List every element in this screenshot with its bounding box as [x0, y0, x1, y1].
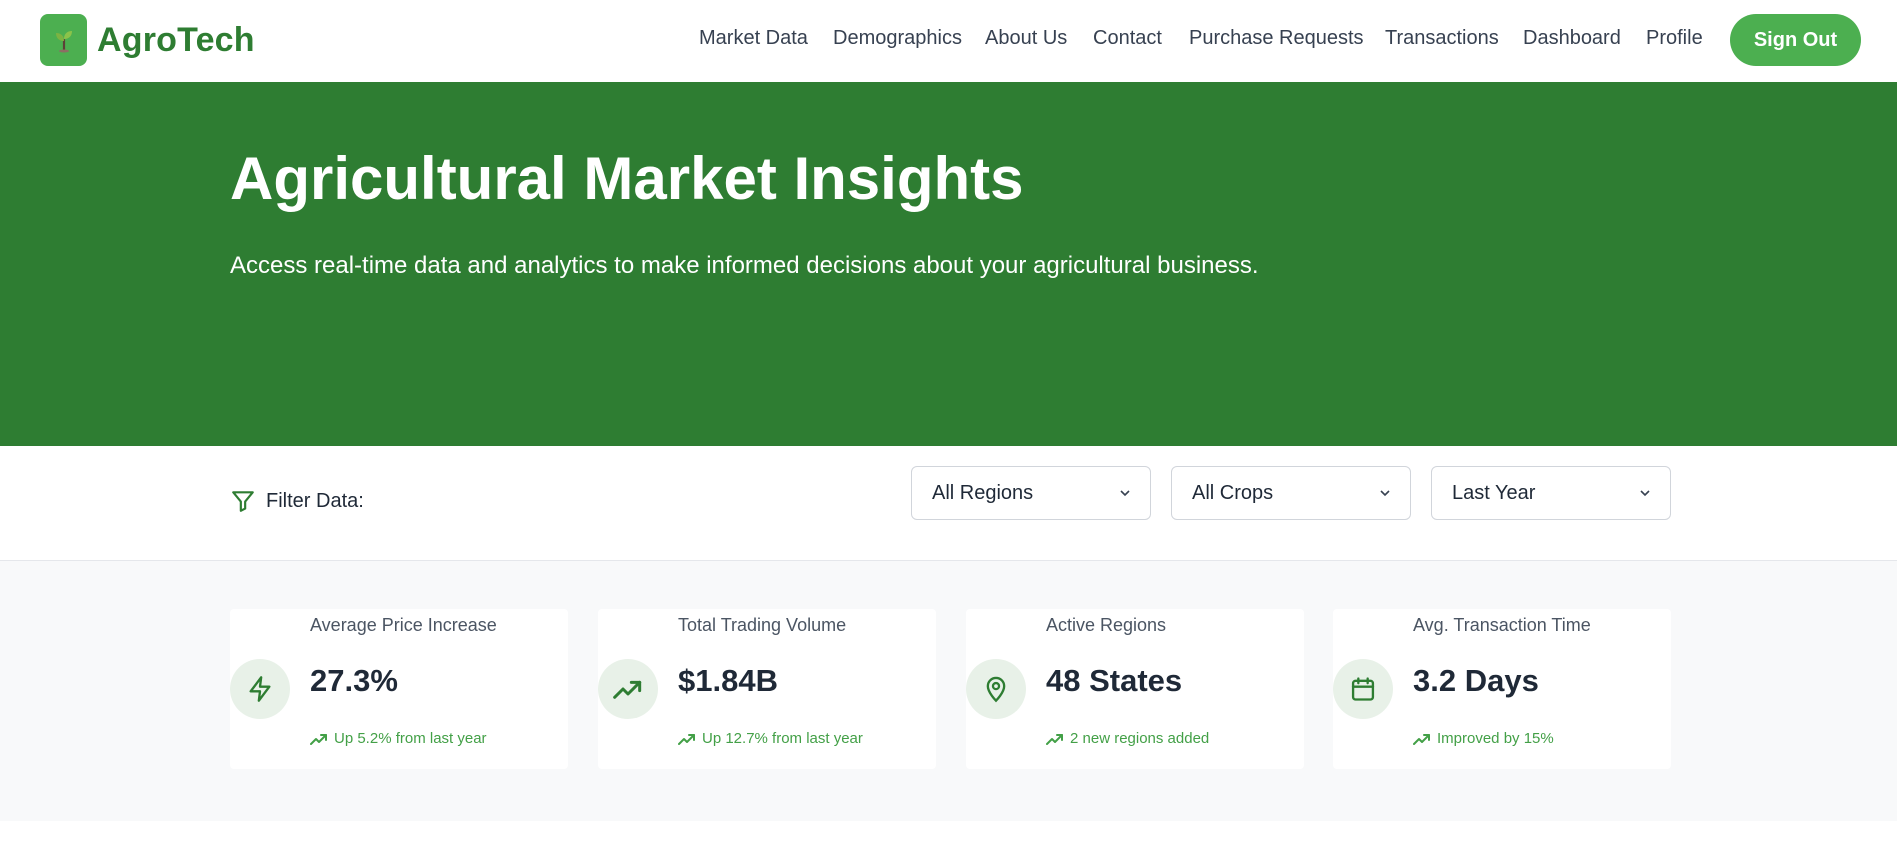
brand-logo[interactable]: AgroTech: [40, 14, 255, 66]
stat-trend-text: Up 5.2% from last year: [334, 730, 487, 747]
hero-banner: Agricultural Market Insights Access real…: [0, 82, 1897, 446]
stat-trend-text: 2 new regions added: [1070, 730, 1210, 747]
trending-up-icon: [598, 659, 658, 719]
region-select-value: All Regions: [932, 481, 1034, 504]
stat-label: Active Regions: [1046, 615, 1167, 635]
nav-demographics[interactable]: Demographics: [833, 27, 962, 50]
stat-trend: Up 12.7% from last year: [678, 730, 863, 747]
stat-card-trading-volume: Total Trading Volume $1.84B Up 12.7% fro…: [598, 609, 936, 769]
stat-trend: Up 5.2% from last year: [310, 730, 487, 747]
page-title: Agricultural Market Insights: [230, 145, 1024, 212]
nav-market-data[interactable]: Market Data: [699, 27, 808, 50]
stat-trend: Improved by 15%: [1413, 730, 1554, 747]
nav-profile[interactable]: Profile: [1646, 27, 1703, 50]
trending-up-icon: [1046, 733, 1063, 745]
chevron-down-icon: [1120, 490, 1130, 497]
stats-section: Average Price Increase 27.3% Up 5.2% fro…: [0, 561, 1897, 821]
filter-label: Filter Data:: [230, 488, 364, 514]
crop-select[interactable]: All Crops: [1171, 466, 1411, 520]
hero-subtitle: Access real-time data and analytics to m…: [230, 252, 1259, 279]
stat-value: 27.3%: [310, 663, 398, 698]
brand-name: AgroTech: [97, 20, 255, 59]
region-select[interactable]: All Regions: [911, 466, 1151, 520]
period-select-value: Last Year: [1452, 481, 1536, 504]
stat-value: 3.2 Days: [1413, 663, 1539, 698]
stat-trend-text: Improved by 15%: [1437, 730, 1554, 747]
map-pin-icon: [966, 659, 1026, 719]
filter-label-text: Filter Data:: [266, 489, 364, 512]
calendar-icon: [1333, 659, 1393, 719]
stat-trend: 2 new regions added: [1046, 730, 1209, 747]
filter-icon: [232, 491, 254, 512]
chevron-down-icon: [1640, 490, 1650, 497]
trending-up-icon: [678, 733, 695, 745]
filter-bar: Filter Data: All Regions All Crops Last …: [0, 446, 1897, 561]
stat-trend-text: Up 12.7% from last year: [702, 730, 863, 747]
trending-up-icon: [310, 733, 327, 745]
stat-label: Average Price Increase: [310, 615, 497, 635]
trending-up-icon: [1413, 733, 1430, 745]
stat-card-active-regions: Active Regions 48 States 2 new regions a…: [966, 609, 1304, 769]
stat-label: Avg. Transaction Time: [1413, 615, 1591, 635]
nav-about-us[interactable]: About Us: [985, 27, 1067, 50]
crop-select-value: All Crops: [1192, 481, 1274, 504]
nav-dashboard[interactable]: Dashboard: [1523, 27, 1621, 50]
sign-out-button[interactable]: Sign Out: [1730, 14, 1861, 66]
stat-label: Total Trading Volume: [678, 615, 847, 635]
top-navbar: AgroTech Market Data Demographics About …: [0, 0, 1897, 82]
nav-transactions[interactable]: Transactions: [1385, 27, 1499, 50]
lightning-icon: [230, 659, 290, 719]
seedling-icon: [40, 14, 87, 66]
stat-card-transaction-time: Avg. Transaction Time 3.2 Days Improved …: [1333, 609, 1671, 769]
stat-value: 48 States: [1046, 663, 1183, 698]
nav-contact[interactable]: Contact: [1093, 27, 1162, 50]
stat-card-price-increase: Average Price Increase 27.3% Up 5.2% fro…: [230, 609, 568, 769]
nav-purchase-requests[interactable]: Purchase Requests: [1189, 27, 1364, 50]
chevron-down-icon: [1380, 490, 1390, 497]
period-select[interactable]: Last Year: [1431, 466, 1671, 520]
stat-value: $1.84B: [678, 663, 778, 698]
